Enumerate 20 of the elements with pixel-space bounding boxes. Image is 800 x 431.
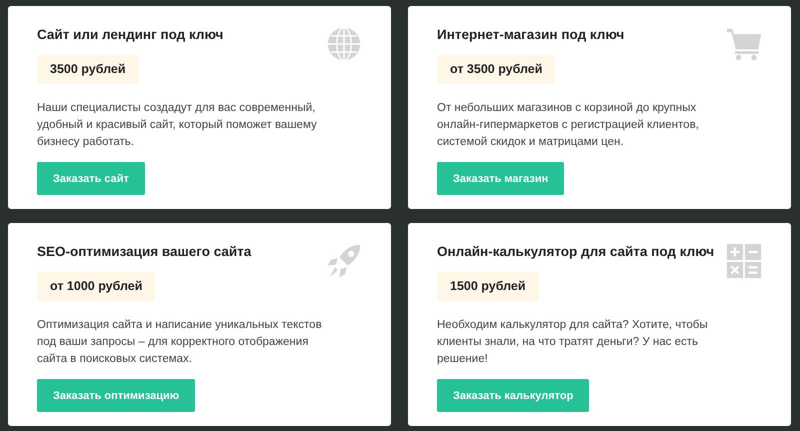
price-tag: 3500 рублей [37, 55, 139, 84]
order-button[interactable]: Заказать магазин [437, 162, 564, 195]
order-button[interactable]: Заказать сайт [37, 162, 145, 195]
cart-icon [726, 26, 762, 62]
price-tag: от 1000 рублей [37, 272, 156, 301]
order-button[interactable]: Заказать оптимизацию [37, 379, 196, 412]
card-title: Интернет-магазин под ключ [437, 26, 626, 44]
card-description: Наши специалисты создадут для вас современный, удобный и красивый сайт, который поможет вашему бизнесу работать. [37, 101, 318, 150]
card-description: Оптимизация сайта и написание уникальных текстов под ваши запросы – для корректного отображения сайта в поисковых системах. [37, 318, 323, 367]
rocket-icon [326, 243, 362, 279]
order-button[interactable]: Заказать калькулятор [437, 379, 590, 412]
card-description: От небольших магазинов с корзиной до крупных онлайн-гипермаркетов с регистрацией клиентов, системой скидок и матрицами цен. [437, 101, 700, 150]
price-tag: 1500 рублей [437, 272, 539, 301]
card-title: Онлайн-калькулятор для сайта под ключ [437, 243, 716, 261]
card-description: Необходим калькулятор для сайта? Хотите, чтобы клиенты знали, на что тратят деньги? У нас есть решение! [437, 318, 709, 367]
globe-icon [326, 26, 362, 62]
calculator-icon [726, 243, 762, 279]
price-tag: от 3500 рублей [437, 55, 556, 84]
card-title: Сайт или лендинг под ключ [37, 26, 224, 44]
card-title: SEO-оптимизация вашего сайта [37, 243, 252, 261]
